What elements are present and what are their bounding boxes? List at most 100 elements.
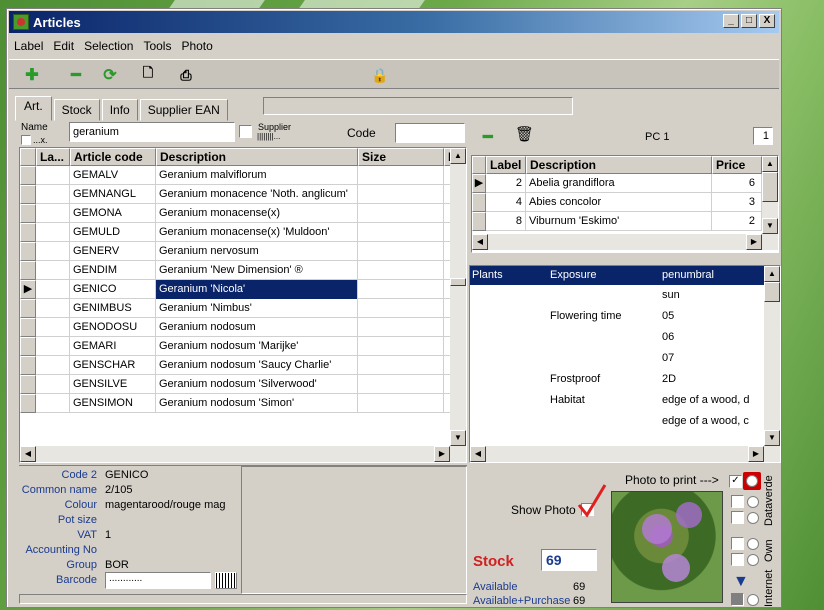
- row-indicator[interactable]: ▶: [472, 174, 486, 193]
- scroll-up-icon[interactable]: ▲: [762, 156, 778, 172]
- row-indicator[interactable]: [20, 242, 36, 261]
- table-row[interactable]: GENODOSU Geranium nodosum: [20, 318, 466, 337]
- photo-to-print-checkbox[interactable]: ✓: [729, 475, 742, 488]
- scroll-thumb[interactable]: [762, 172, 778, 202]
- property-row[interactable]: 07: [470, 348, 764, 369]
- photo-option-checkbox[interactable]: [731, 553, 744, 566]
- row-indicator[interactable]: [20, 356, 36, 375]
- articles-vertical-scrollbar[interactable]: ▲ ▼: [450, 148, 466, 446]
- column-header-description[interactable]: Description: [526, 156, 712, 174]
- table-row[interactable]: GEMULD Geranium monacense(x) 'Muldoon': [20, 223, 466, 242]
- row-indicator[interactable]: [472, 193, 486, 212]
- scroll-right-icon[interactable]: ▶: [748, 446, 764, 462]
- selected-photo-radio[interactable]: [743, 472, 761, 490]
- column-header-article-code[interactable]: Article code: [70, 148, 156, 166]
- name-checkbox[interactable]: [21, 135, 31, 145]
- scroll-right-icon[interactable]: ▶: [434, 446, 450, 462]
- barcode-input[interactable]: ............: [105, 572, 211, 589]
- properties-vertical-scrollbar[interactable]: ▲ ▼: [764, 266, 780, 446]
- tab-supplier-ean[interactable]: Supplier EAN: [139, 99, 228, 121]
- photo-option-checkbox[interactable]: [731, 495, 744, 508]
- menu-tools[interactable]: Tools: [138, 39, 176, 53]
- scroll-up-icon[interactable]: ▲: [764, 266, 780, 282]
- table-row[interactable]: GENSILVE Geranium nodosum 'Silverwood': [20, 375, 466, 394]
- minimize-button[interactable]: _: [723, 14, 739, 28]
- table-row[interactable]: GEMNANGL Geranium monacence 'Noth. anglic…: [20, 185, 466, 204]
- scroll-left-icon[interactable]: ◀: [20, 446, 36, 462]
- photo-option-checkbox[interactable]: [731, 537, 744, 550]
- photo-option-radio[interactable]: [747, 512, 759, 524]
- photo-option-radio[interactable]: [747, 554, 759, 566]
- row-indicator[interactable]: [20, 394, 36, 413]
- table-row[interactable]: GEMALV Geranium malviflorum: [20, 166, 466, 185]
- remove-icon[interactable]: ━: [67, 66, 85, 84]
- property-row[interactable]: edge of a wood, c: [470, 411, 764, 432]
- property-row[interactable]: Flowering time 05: [470, 306, 764, 327]
- row-indicator[interactable]: [20, 261, 36, 280]
- column-header-size[interactable]: Size: [358, 148, 444, 166]
- property-row[interactable]: Frostproof 2D: [470, 369, 764, 390]
- scroll-down-icon[interactable]: ▼: [764, 430, 780, 446]
- row-indicator[interactable]: [20, 204, 36, 223]
- menu-edit[interactable]: Edit: [48, 39, 79, 53]
- table-row[interactable]: ▶ 2 Abelia grandiflora 6: [472, 174, 778, 193]
- table-row[interactable]: GEMARI Geranium nodosum 'Marijke': [20, 337, 466, 356]
- scroll-thumb[interactable]: [764, 282, 780, 302]
- table-row[interactable]: GENIMBUS Geranium 'Nimbus': [20, 299, 466, 318]
- photo-option-radio[interactable]: [747, 496, 759, 508]
- add-icon[interactable]: ✚: [23, 66, 41, 84]
- table-row[interactable]: GENSCHAR Geranium nodosum 'Saucy Charlie': [20, 356, 466, 375]
- column-header-label[interactable]: Label: [486, 156, 526, 174]
- photo-option-radio[interactable]: [747, 594, 759, 606]
- scroll-left-icon[interactable]: ◀: [472, 234, 488, 250]
- name-search-input[interactable]: [69, 122, 235, 142]
- column-header-description[interactable]: Description: [156, 148, 358, 166]
- property-row[interactable]: sun: [470, 285, 764, 306]
- tab-stock[interactable]: Stock: [53, 99, 100, 121]
- plant-photo[interactable]: [611, 491, 723, 603]
- table-row[interactable]: 8 Viburnum 'Eskimo' 2: [472, 212, 778, 231]
- refresh-icon[interactable]: ⟳: [101, 66, 119, 84]
- scroll-left-icon[interactable]: ◀: [470, 446, 486, 462]
- maximize-button[interactable]: □: [741, 14, 757, 28]
- row-indicator[interactable]: [20, 337, 36, 356]
- table-row[interactable]: GENSIMON Geranium nodosum 'Simon': [20, 394, 466, 413]
- menu-label[interactable]: Label: [9, 39, 48, 53]
- labels-vertical-scrollbar[interactable]: ▲ ▼: [762, 156, 778, 234]
- row-indicator[interactable]: [20, 185, 36, 204]
- stock-input[interactable]: 69: [541, 549, 597, 571]
- table-row[interactable]: GENDIM Geranium 'New Dimension' ®: [20, 261, 466, 280]
- notes-area[interactable]: [241, 466, 467, 594]
- photo-option-checkbox[interactable]: [731, 593, 744, 606]
- menu-photo[interactable]: Photo: [176, 39, 217, 53]
- lock-icon[interactable]: 🔒: [371, 66, 389, 84]
- scroll-right-icon[interactable]: ▶: [746, 234, 762, 250]
- articles-horizontal-scrollbar[interactable]: ◀ ▶: [20, 446, 466, 462]
- trash-icon[interactable]: 🗑: [515, 125, 534, 143]
- row-indicator[interactable]: [20, 223, 36, 242]
- photo-option-checkbox[interactable]: [731, 511, 744, 524]
- table-row[interactable]: 4 Abies concolor 3: [472, 193, 778, 212]
- property-row[interactable]: Habitat edge of a wood, d: [470, 390, 764, 411]
- property-row[interactable]: 06: [470, 327, 764, 348]
- row-indicator[interactable]: [20, 375, 36, 394]
- table-row[interactable]: GENERV Geranium nervosum: [20, 242, 466, 261]
- pc-input[interactable]: 1: [753, 127, 773, 145]
- close-button[interactable]: X: [759, 14, 775, 28]
- table-row[interactable]: GEMONA Geranium monacense(x): [20, 204, 466, 223]
- row-indicator[interactable]: [20, 318, 36, 337]
- properties-header-row[interactable]: Plants Exposure penumbral: [470, 266, 764, 285]
- table-row[interactable]: ▶ GENICO Geranium 'Nicola': [20, 280, 466, 299]
- menu-selection[interactable]: Selection: [79, 39, 138, 53]
- row-indicator[interactable]: [20, 166, 36, 185]
- remove-label-icon[interactable]: ━: [483, 127, 493, 147]
- tab-info[interactable]: Info: [101, 99, 138, 121]
- labels-horizontal-scrollbar[interactable]: ◀ ▶: [472, 234, 778, 250]
- print-icon[interactable]: ⎙: [177, 66, 195, 84]
- barcode-icon[interactable]: [215, 572, 237, 589]
- title-bar[interactable]: Articles _ □ X: [9, 11, 779, 33]
- column-header-label[interactable]: La...: [36, 148, 70, 166]
- column-header-price[interactable]: Price: [712, 156, 762, 174]
- code-input[interactable]: [395, 123, 465, 143]
- properties-horizontal-scrollbar[interactable]: ◀ ▶: [470, 446, 780, 462]
